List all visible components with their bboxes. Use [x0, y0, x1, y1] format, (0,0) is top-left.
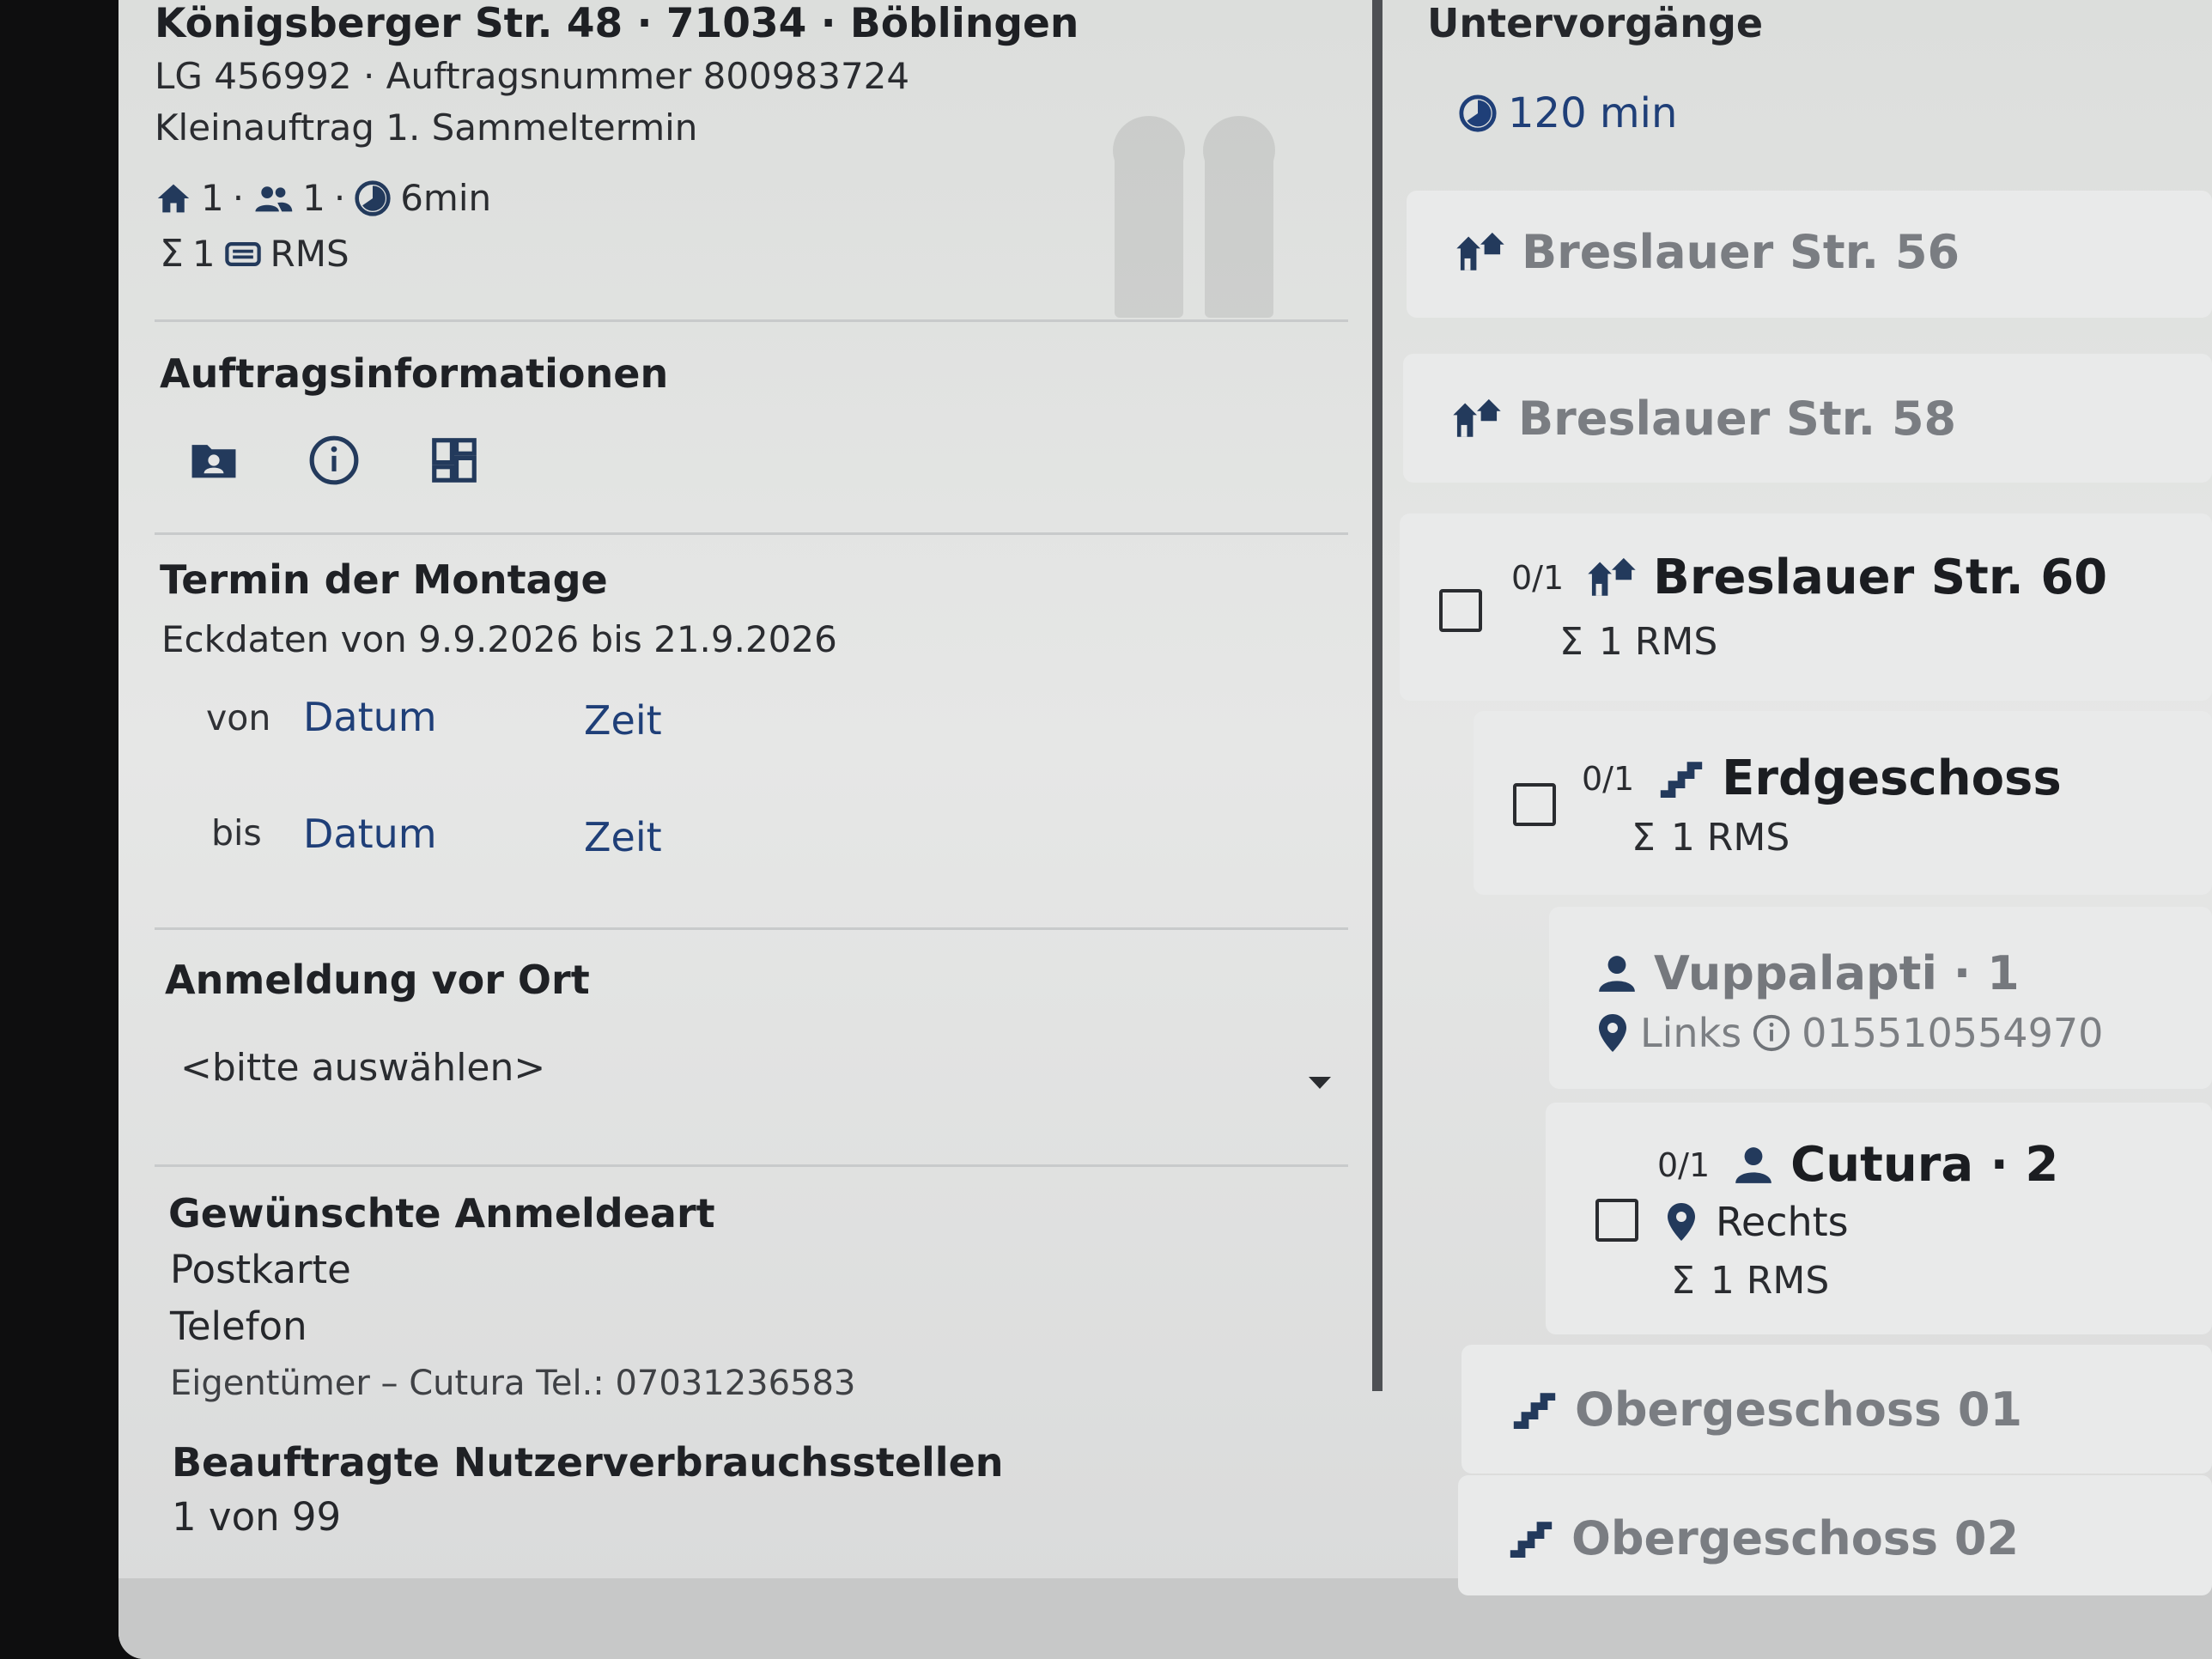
order-ids: LG 456992 · Auftragsnummer 800983724	[155, 55, 910, 97]
floor-title: Obergeschoss 02	[1571, 1511, 2020, 1565]
tenant-checkbox[interactable]	[1595, 1199, 1638, 1242]
stairs-icon	[1510, 1391, 1559, 1429]
homes-count: 1	[201, 177, 224, 219]
progress-fraction: 0/1	[1582, 759, 1635, 798]
anmeldung-title: Anmeldung vor Ort	[165, 957, 590, 1003]
order-stats-row: 1 · 1 · 6min	[155, 177, 491, 219]
owner-contact: Eigentümer – Cutura Tel.: 07031236583	[170, 1364, 856, 1403]
untervorgaenge-duration: 120 min	[1458, 89, 1677, 137]
building-title: Breslauer Str. 60	[1653, 550, 2108, 605]
order-type: Kleinauftrag 1. Sammeltermin	[155, 106, 698, 149]
tenant-card[interactable]: Vuppalapti · 1 Links 015510554970	[1549, 907, 2212, 1089]
sum-unit: RMS	[270, 233, 349, 275]
location-pin-icon	[1595, 1012, 1630, 1054]
duration-value: 6min	[400, 177, 492, 219]
duration-text: 120 min	[1508, 89, 1678, 137]
tenant-location: Links	[1640, 1010, 1742, 1056]
sigma-icon: Σ	[1559, 620, 1583, 664]
building-checkbox[interactable]	[1439, 589, 1482, 632]
stairs-icon	[1656, 760, 1706, 798]
divider	[155, 1164, 1348, 1167]
folder-person-icon[interactable]	[187, 434, 240, 487]
floor-title: Obergeschoss 01	[1575, 1382, 2023, 1437]
pane-divider	[1372, 0, 1382, 1391]
buildings-icon	[1586, 552, 1638, 604]
tenant-title: Cutura · 2	[1790, 1137, 2059, 1193]
info-icon[interactable]	[307, 434, 361, 487]
von-date-field[interactable]: Datum	[303, 694, 437, 740]
progress-fraction: 0/1	[1511, 558, 1565, 597]
floor-card[interactable]: Obergeschoss 02	[1458, 1475, 2212, 1595]
persons-count: 1	[302, 177, 325, 219]
progress-fraction: 0/1	[1657, 1146, 1711, 1184]
tenant-location: Rechts	[1716, 1199, 1849, 1245]
tenant-phone: 015510554970	[1802, 1010, 2104, 1056]
watermark-logo	[1113, 116, 1275, 318]
termin-title: Termin der Montage	[160, 556, 608, 603]
floor-card[interactable]: Obergeschoss 01	[1462, 1345, 2212, 1474]
bis-time-field[interactable]: Zeit	[584, 814, 662, 860]
location-pin-icon	[1664, 1201, 1698, 1243]
building-card-active[interactable]: 0/1 Breslauer Str. 60 Σ 1 RMS	[1400, 514, 2212, 701]
person-icon	[1595, 952, 1638, 995]
building-title: Breslauer Str. 58	[1518, 392, 1957, 446]
sigma-icon: Σ	[1671, 1259, 1695, 1303]
anmeldeart-option: Postkarte	[170, 1247, 351, 1292]
floor-checkbox[interactable]	[1513, 783, 1556, 826]
von-time-field[interactable]: Zeit	[584, 697, 662, 744]
nutzer-value: 1 von 99	[172, 1494, 342, 1540]
auftragsinformationen-title: Auftragsinformationen	[160, 350, 669, 397]
eckdaten-text: Eckdaten von 9.9.2026 bis 21.9.2026	[161, 618, 837, 660]
order-address: Königsberger Str. 48 · 71034 · Böblingen	[155, 0, 1079, 47]
clock-icon	[1458, 94, 1498, 133]
building-title: Breslauer Str. 56	[1522, 225, 1960, 279]
sum-value: 1 RMS	[1670, 816, 1790, 860]
anmeldeart-title: Gewünschte Anmeldeart	[168, 1190, 715, 1237]
clock-icon	[354, 179, 392, 217]
untervorgaenge-title: Untervorgänge	[1427, 0, 1764, 46]
floor-title: Erdgeschoss	[1722, 750, 2062, 806]
bis-date-field[interactable]: Datum	[303, 811, 437, 857]
building-card[interactable]: Breslauer Str. 56	[1407, 191, 2212, 318]
sigma-icon: Σ	[1632, 816, 1656, 860]
app-screen: Königsberger Str. 48 · 71034 · Böblingen…	[118, 0, 2212, 1659]
home-icon	[155, 181, 192, 216]
anmeldung-select[interactable]: <bitte auswählen>	[180, 1039, 1331, 1108]
meter-icon	[224, 240, 262, 269]
tenant-card-active[interactable]: 0/1 Cutura · 2 Rechts Σ 1 RMS	[1546, 1103, 2212, 1334]
anmeldeart-option: Telefon	[170, 1304, 307, 1349]
divider	[155, 532, 1348, 535]
divider	[155, 927, 1348, 930]
tenant-title: Vuppalapti · 1	[1654, 946, 2020, 1000]
buildings-icon	[1451, 393, 1503, 445]
sum-value: 1	[191, 233, 216, 275]
divider	[155, 319, 1348, 322]
order-detail-pane: Königsberger Str. 48 · 71034 · Böblingen…	[118, 0, 1372, 1578]
nutzer-title: Beauftragte Nutzerverbrauchsstellen	[172, 1439, 1004, 1486]
building-card[interactable]: Breslauer Str. 58	[1403, 354, 2212, 483]
untervorgaenge-pane: Untervorgänge 120 min Breslauer Str. 56	[1382, 0, 2212, 1595]
anmeldung-select-value: <bitte auswählen>	[180, 1046, 546, 1090]
buildings-icon	[1455, 227, 1506, 278]
sum-value: 1 RMS	[1598, 620, 1718, 664]
von-label: von	[206, 697, 271, 738]
bis-label: bis	[211, 812, 262, 854]
sum-value: 1 RMS	[1710, 1259, 1830, 1303]
auftragsinformationen-icons	[187, 434, 481, 487]
persons-icon	[252, 181, 294, 216]
order-sum-row: Σ 1 RMS	[155, 232, 349, 276]
person-icon	[1732, 1144, 1775, 1187]
floor-card[interactable]: 0/1 Erdgeschoss Σ 1 RMS	[1474, 711, 2212, 895]
sigma-icon: Σ	[160, 232, 184, 276]
dropdown-caret-icon	[1309, 1077, 1331, 1089]
info-icon	[1752, 1013, 1791, 1053]
dashboard-icon[interactable]	[428, 434, 481, 487]
stairs-icon	[1506, 1520, 1556, 1558]
